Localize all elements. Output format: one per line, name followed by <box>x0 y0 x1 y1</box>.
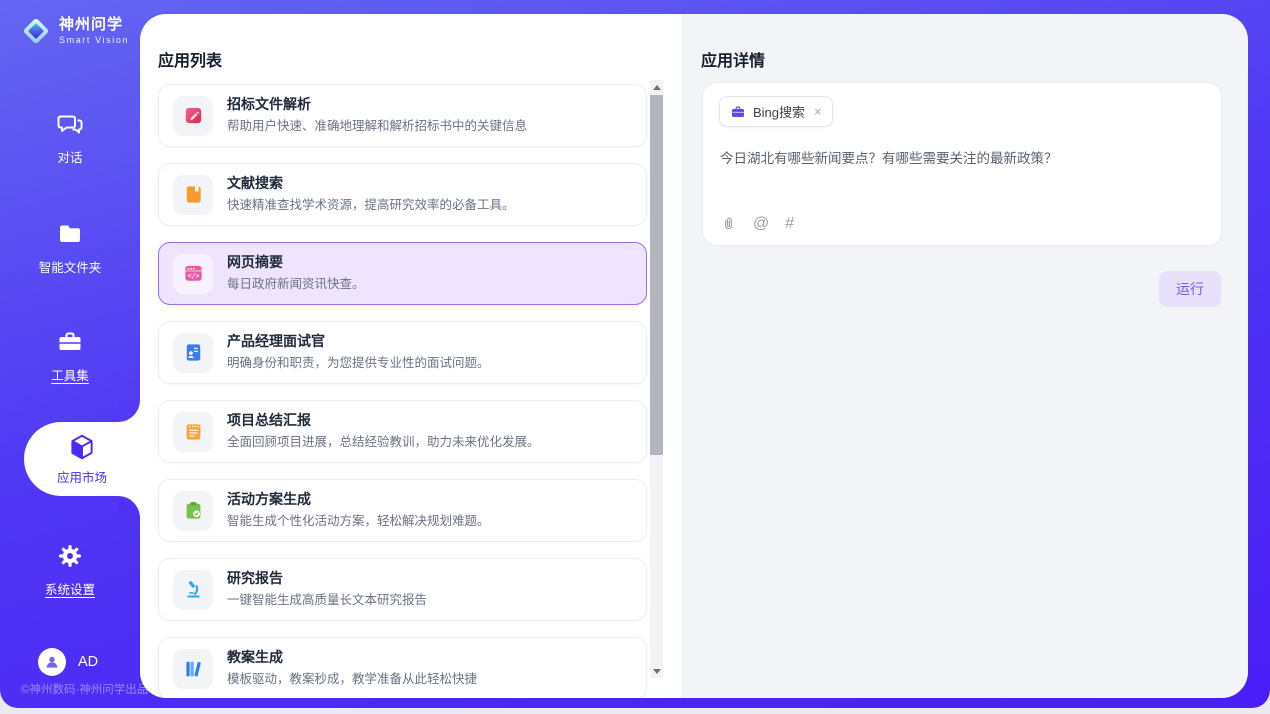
user-name: AD <box>78 654 98 670</box>
app-card-title: 文献搜索 <box>227 175 515 192</box>
svg-text:</>: </> <box>187 272 199 280</box>
app-card-desc: 模板驱动，教案秒成，教学准备从此轻松快捷 <box>227 671 477 687</box>
brand-name: 神州问学 <box>59 17 129 34</box>
sidebar-item-smart-folder[interactable]: 智能文件夹 <box>0 220 140 276</box>
app-card-pm-interviewer[interactable]: 产品经理面试官 明确身份和职责，为您提供专业性的面试问题。 <box>158 321 647 384</box>
app-icon-tile <box>173 96 213 136</box>
app-icon-tile <box>173 649 213 689</box>
clipboard-check-icon <box>182 499 205 522</box>
active-notch-bottom <box>118 496 140 518</box>
app-icon-tile <box>173 570 213 610</box>
app-card-desc: 智能生成个性化活动方案，轻松解决规划难题。 <box>227 513 490 529</box>
app-list-title: 应用列表 <box>158 47 222 71</box>
app-list-scrollbar[interactable] <box>650 80 663 678</box>
cube-icon <box>67 432 97 462</box>
brand-subtitle: Smart Vision <box>59 35 129 45</box>
app-card-title: 招标文件解析 <box>227 96 527 113</box>
sidebar-item-label: 对话 <box>57 147 82 166</box>
books-icon <box>182 657 205 680</box>
app-card-desc: 每日政府新闻资讯快查。 <box>227 276 365 292</box>
document-edit-icon <box>182 104 205 127</box>
prompt-text: 今日湖北有哪些新闻要点？有哪些需要关注的最新政策？ <box>720 149 1205 169</box>
app-card-webpage-summary[interactable]: </> 网页摘要 每日政府新闻资讯快查。 <box>158 242 647 305</box>
mention-icon[interactable]: @ <box>753 216 769 232</box>
app-card-title: 教案生成 <box>227 649 477 666</box>
app-card-desc: 快速精准查找学术资源，提高研究效率的必备工具。 <box>227 197 515 213</box>
app-card-title: 研究报告 <box>227 570 427 587</box>
app-card-project-summary[interactable]: 项目总结汇报 全面回顾项目进展，总结经验教训，助力未来优化发展。 <box>158 400 647 463</box>
book-icon <box>182 183 205 206</box>
sidebar-item-label: 系统设置 <box>45 579 95 598</box>
scrollbar-thumb[interactable] <box>650 95 663 455</box>
microscope-icon <box>182 578 205 601</box>
app-card-desc: 明确身份和职责，为您提供专业性的面试问题。 <box>227 355 490 371</box>
briefcase-icon <box>730 104 746 120</box>
app-icon-tile <box>173 333 213 373</box>
sidebar-item-app-market[interactable]: 应用市场 <box>24 422 140 496</box>
person-icon <box>43 653 61 671</box>
app-card-title: 网页摘要 <box>227 254 365 271</box>
app-icon-tile: </> <box>173 254 213 294</box>
app-card-lesson-plan[interactable]: 教案生成 模板驱动，教案秒成，教学准备从此轻松快捷 <box>158 637 647 698</box>
app-detail-title: 应用详情 <box>701 47 765 71</box>
app-card-title: 活动方案生成 <box>227 491 490 508</box>
sidebar-item-label: 应用市场 <box>57 467 107 486</box>
main-surface: 应用列表 招标文件解析 帮助用户快速、准确地理解和解析招标书中的关键信息 <box>140 14 1248 698</box>
notepad-icon <box>182 420 205 443</box>
gear-icon <box>56 542 84 570</box>
app-list-panel: 应用列表 招标文件解析 帮助用户快速、准确地理解和解析招标书中的关键信息 <box>140 14 681 698</box>
app-icon-tile <box>173 412 213 452</box>
app-window-frame: 神州问学 Smart Vision 对话 智能文件夹 工具集 <box>0 0 1270 708</box>
tag-close-icon[interactable]: × <box>814 104 822 119</box>
diamond-logo-icon <box>20 15 52 47</box>
app-card-title: 产品经理面试官 <box>227 333 490 350</box>
resume-person-icon <box>182 341 205 364</box>
sidebar-item-label: 智能文件夹 <box>39 257 102 276</box>
app-card-event-plan[interactable]: 活动方案生成 智能生成个性化活动方案，轻松解决规划难题。 <box>158 479 647 542</box>
app-card-bid-document-parsing[interactable]: 招标文件解析 帮助用户快速、准确地理解和解析招标书中的关键信息 <box>158 84 647 147</box>
app-card-research-report[interactable]: 研究报告 一键智能生成高质量长文本研究报告 <box>158 558 647 621</box>
brand-logo: 神州问学 Smart Vision <box>20 15 129 47</box>
app-detail-panel: 应用详情 Bing搜索 × 今日湖北有哪些新闻要点？有哪些需要关注的最新政策？ <box>681 14 1248 698</box>
app-icon-tile <box>173 491 213 531</box>
tool-tag-bing-search[interactable]: Bing搜索 × <box>719 96 833 127</box>
app-card-desc: 全面回顾项目进展，总结经验教训，助力未来优化发展。 <box>227 434 540 450</box>
copyright-text: ©神州数码·神州问学出品 <box>21 681 148 697</box>
app-card-list: 招标文件解析 帮助用户快速、准确地理解和解析招标书中的关键信息 文献搜索 快速精… <box>158 84 647 698</box>
folder-icon <box>56 220 84 248</box>
app-card-desc: 一键智能生成高质量长文本研究报告 <box>227 592 427 608</box>
app-card-title: 项目总结汇报 <box>227 412 540 429</box>
app-card-desc: 帮助用户快速、准确地理解和解析招标书中的关键信息 <box>227 118 527 134</box>
sidebar-item-chat[interactable]: 对话 <box>0 110 140 166</box>
sidebar-item-label: 工具集 <box>51 365 89 384</box>
prompt-composer[interactable]: Bing搜索 × 今日湖北有哪些新闻要点？有哪些需要关注的最新政策？ @ # <box>702 82 1222 246</box>
run-button[interactable]: 运行 <box>1159 271 1221 307</box>
paperclip-icon[interactable] <box>720 215 737 232</box>
tool-tag-label: Bing搜索 <box>753 102 805 121</box>
sidebar-item-settings[interactable]: 系统设置 <box>0 542 140 598</box>
sidebar: 神州问学 Smart Vision 对话 智能文件夹 工具集 <box>0 0 140 708</box>
toolbox-icon <box>56 328 84 356</box>
app-icon-tile <box>173 175 213 215</box>
scroll-up-icon[interactable] <box>650 80 663 94</box>
scroll-down-icon[interactable] <box>650 664 663 678</box>
avatar <box>38 648 66 676</box>
hash-icon[interactable]: # <box>785 216 794 232</box>
user-account[interactable]: AD <box>38 648 98 676</box>
browser-code-icon: </> <box>182 262 205 285</box>
sidebar-item-toolset[interactable]: 工具集 <box>0 328 140 384</box>
active-notch-top <box>118 400 140 422</box>
chat-icon <box>56 110 84 138</box>
app-card-literature-search[interactable]: 文献搜索 快速精准查找学术资源，提高研究效率的必备工具。 <box>158 163 647 226</box>
composer-toolbar: @ # <box>720 215 794 232</box>
